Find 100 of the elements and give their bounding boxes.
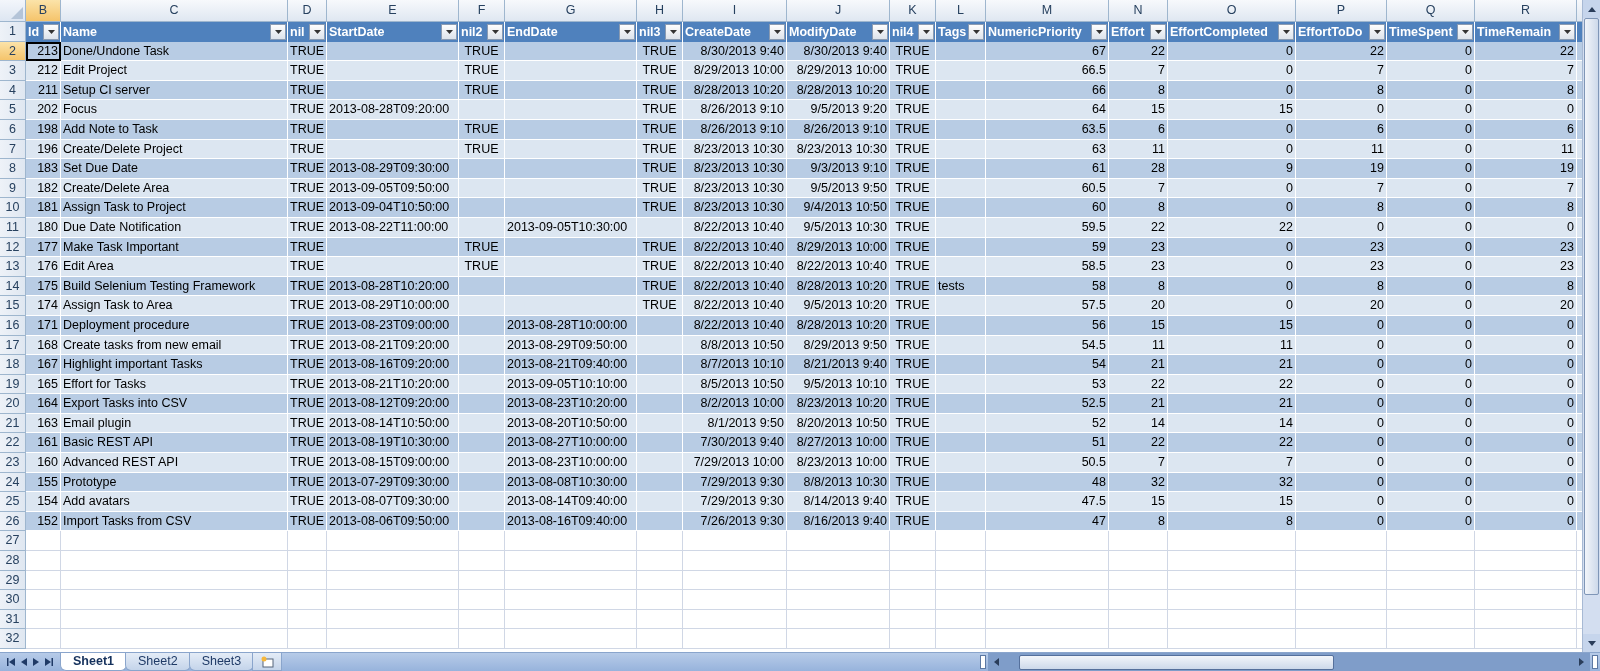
column-header[interactable]: K [890, 0, 936, 22]
horizontal-scrollbar[interactable] [988, 653, 1590, 671]
column-header[interactable]: F [459, 0, 505, 22]
column-header[interactable]: L [936, 0, 986, 22]
last-sheet-icon[interactable] [45, 658, 53, 666]
filter-button[interactable] [1278, 23, 1294, 40]
row-header[interactable]: 21 [0, 413, 26, 434]
row-header[interactable]: 12 [0, 237, 26, 258]
table-cell: Add Note to Task [61, 119, 288, 140]
table-cell: 0 [1296, 100, 1387, 120]
table-cell: 8/29/2013 10:00 [683, 61, 787, 81]
column-title: TimeSpent [1389, 24, 1453, 39]
vertical-scrollbar[interactable] [1582, 0, 1600, 652]
next-sheet-icon[interactable] [33, 658, 39, 666]
table-cell: 0 [1475, 100, 1577, 120]
row-header[interactable]: 14 [0, 276, 26, 297]
row-header[interactable]: 18 [0, 355, 26, 375]
row-header[interactable]: 26 [0, 511, 26, 532]
row-header[interactable]: 23 [0, 453, 26, 473]
column-title: Name [63, 24, 98, 39]
empty-cell [637, 590, 683, 610]
row-header[interactable]: 7 [0, 139, 26, 160]
scroll-thumb[interactable] [1584, 18, 1599, 595]
table-cell: 0 [1168, 296, 1296, 316]
table-cell: 8/22/2013 10:40 [683, 257, 787, 277]
row-header[interactable]: 16 [0, 315, 26, 336]
column-header[interactable]: I [683, 0, 787, 22]
row-header[interactable]: 1 [0, 22, 26, 42]
filter-button[interactable] [43, 23, 59, 40]
filter-button[interactable] [872, 23, 888, 40]
filter-button[interactable] [1559, 23, 1575, 40]
sheet-tab[interactable]: Sheet2 [125, 653, 191, 671]
table-cell: 20 [1109, 296, 1168, 316]
column-header[interactable]: G [505, 0, 637, 22]
filter-button[interactable] [918, 23, 934, 40]
filter-button[interactable] [968, 23, 984, 40]
filter-button[interactable] [309, 23, 325, 40]
previous-sheet-icon[interactable] [21, 658, 27, 666]
column-header[interactable]: E [327, 0, 459, 22]
row-header[interactable]: 20 [0, 394, 26, 414]
row-header[interactable]: 32 [0, 629, 26, 649]
column-header[interactable]: J [787, 0, 890, 22]
column-header[interactable]: D [288, 0, 327, 22]
sheet-tab[interactable]: Sheet1 [60, 653, 127, 671]
row-header[interactable]: 28 [0, 551, 26, 571]
filter-button[interactable] [665, 23, 681, 40]
table-cell: 213 [26, 41, 61, 62]
filter-button[interactable] [270, 23, 286, 40]
column-header[interactable]: P [1296, 0, 1387, 22]
filter-button[interactable] [1369, 23, 1385, 40]
filter-button[interactable] [487, 23, 503, 40]
row-header[interactable]: 13 [0, 257, 26, 277]
column-header[interactable]: O [1168, 0, 1296, 22]
row-header[interactable]: 3 [0, 61, 26, 81]
table-cell: 8 [1475, 198, 1577, 218]
column-title: nil3 [639, 24, 661, 39]
row-header[interactable]: 17 [0, 335, 26, 356]
row-header[interactable]: 10 [0, 198, 26, 218]
empty-cell [459, 629, 505, 649]
column-header[interactable]: C [61, 0, 288, 22]
column-header[interactable]: B [26, 0, 61, 22]
filter-button[interactable] [619, 23, 635, 40]
table-cell: TRUE [890, 492, 936, 512]
row-header[interactable]: 22 [0, 433, 26, 454]
scroll-thumb[interactable] [1019, 654, 1334, 670]
filter-button[interactable] [769, 23, 785, 40]
row-header[interactable]: 9 [0, 178, 26, 199]
split-handle[interactable] [1592, 655, 1598, 669]
row-header[interactable]: 15 [0, 296, 26, 316]
row-header[interactable]: 27 [0, 531, 26, 552]
table-cell: TRUE [890, 511, 936, 532]
column-header[interactable]: M [986, 0, 1109, 22]
sheet-tab[interactable]: Sheet3 [188, 653, 255, 671]
column-header[interactable]: Q [1387, 0, 1475, 22]
row-header[interactable]: 24 [0, 472, 26, 493]
insert-sheet-button[interactable] [252, 653, 283, 671]
row-header[interactable]: 30 [0, 590, 26, 610]
filter-button[interactable] [1457, 23, 1473, 40]
column-header[interactable]: N [1109, 0, 1168, 22]
row-header[interactable]: 29 [0, 570, 26, 591]
table-cell: 58.5 [986, 257, 1109, 277]
column-title: EndDate [507, 24, 558, 39]
row-header[interactable]: 6 [0, 119, 26, 140]
row-header[interactable]: 19 [0, 374, 26, 395]
row-header[interactable]: 25 [0, 492, 26, 512]
filter-button[interactable] [441, 23, 457, 40]
filter-button[interactable] [1150, 23, 1166, 40]
table-cell: 21 [1109, 355, 1168, 375]
row-header[interactable]: 11 [0, 217, 26, 238]
row-header[interactable]: 2 [0, 41, 26, 62]
row-header[interactable]: 4 [0, 80, 26, 101]
row-header[interactable]: 31 [0, 609, 26, 630]
split-handle[interactable] [980, 655, 986, 669]
first-sheet-icon[interactable] [7, 658, 15, 666]
column-header[interactable]: H [637, 0, 683, 22]
filter-button[interactable] [1091, 23, 1107, 40]
column-header[interactable]: R [1475, 0, 1577, 22]
row-header[interactable]: 8 [0, 159, 26, 179]
table-cell: Due Date Notification [61, 217, 288, 238]
row-header[interactable]: 5 [0, 100, 26, 120]
